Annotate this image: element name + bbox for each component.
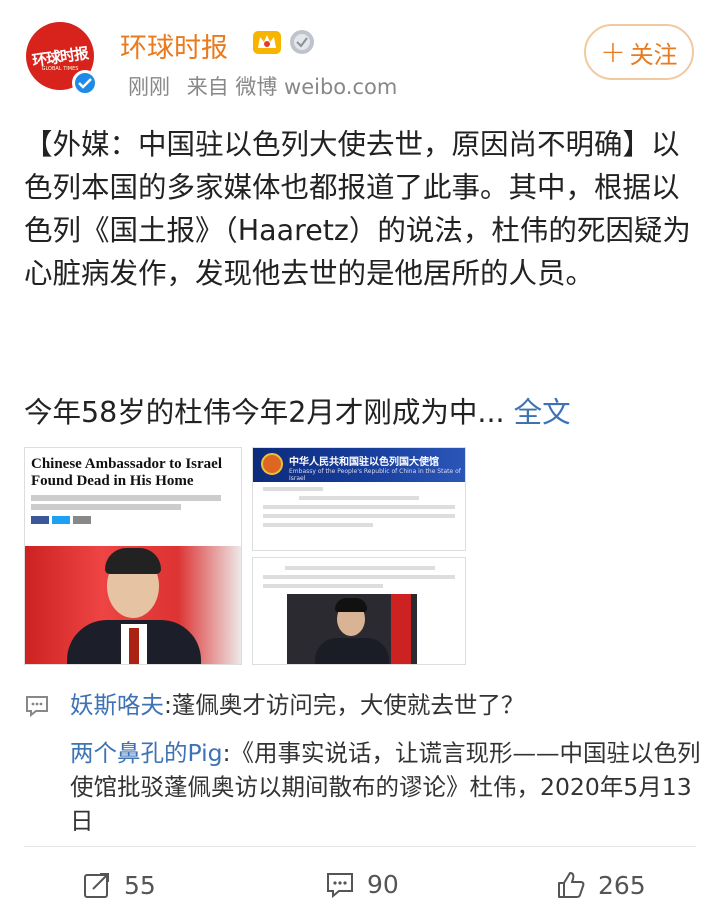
thumbs-up-icon — [558, 872, 585, 898]
comment-user[interactable]: 两个鼻孔的Pig — [70, 739, 223, 767]
repost-count: 55 — [124, 870, 156, 900]
post-meta: 刚刚 来自 微博 weibo.com — [128, 71, 407, 101]
comment-icon — [327, 872, 353, 898]
full-text-link[interactable]: 全文 — [514, 396, 571, 429]
post-truncated-text: 今年58岁的杜伟今年2月才刚成为中... — [24, 396, 505, 429]
follow-label: 关注 — [629, 40, 678, 69]
post-image-1[interactable]: Chinese Ambassador to Israel Found Dead … — [24, 447, 242, 665]
ambassador-portrait — [25, 546, 241, 664]
comment-item[interactable]: 两个鼻孔的Pig:《用事实说话，让谎言现形——中国驻以色列使馆批驳蓬佩奥访以期间… — [24, 736, 704, 838]
comment-user[interactable]: 妖斯咯夫 — [70, 691, 164, 719]
comment-item[interactable]: 妖斯咯夫:蓬佩奥才访问完，大使就去世了？ — [24, 688, 704, 722]
video-frame — [287, 594, 417, 664]
comment-preview: 妖斯咯夫:蓬佩奥才访问完，大使就去世了？ 两个鼻孔的Pig:《用事实说话，让谎言… — [24, 688, 704, 838]
repost-button[interactable]: 55 — [82, 870, 156, 900]
like-count: 265 — [598, 870, 646, 900]
post-image-2[interactable]: 中华人民共和国驻以色列国大使馆 Embassy of the People's … — [252, 447, 466, 551]
image-headline: Chinese Ambassador to Israel Found Dead … — [31, 456, 222, 489]
follow-button[interactable]: + 关注 — [584, 24, 694, 80]
vip-crown-icon[interactable] — [252, 28, 282, 56]
comment-count: 90 — [367, 870, 399, 899]
action-bar: 55 90 265 — [0, 846, 720, 908]
post-paragraph: 【外媒：中国驻以色列大使去世，原因尚不明确】以色列本国的多家媒体也都报道了此事。… — [24, 128, 691, 290]
embassy-title: 中华人民共和国驻以色列国大使馆 — [289, 457, 439, 468]
comment-button[interactable]: 90 — [325, 870, 399, 899]
post-truncated-line: 今年58岁的杜伟今年2月才刚成为中... 全文 — [24, 390, 571, 431]
comment-text: :蓬佩奥才访问完，大使就去世了？ — [164, 691, 525, 719]
medal-icon[interactable] — [288, 28, 316, 56]
repost-icon — [84, 873, 109, 898]
account-name[interactable]: 环球时报 — [120, 26, 228, 65]
post-text: 【外媒：中国驻以色列大使去世，原因尚不明确】以色列本国的多家媒体也都报道了此事。… — [24, 123, 694, 295]
verified-icon — [72, 70, 98, 96]
comment-icon — [26, 696, 48, 718]
post-image-3[interactable] — [252, 557, 466, 665]
divider — [24, 846, 696, 847]
plus-icon: + — [600, 34, 626, 70]
post-time: 刚刚 — [128, 75, 170, 99]
like-button[interactable]: 265 — [556, 870, 646, 900]
post-source: 来自 微博 weibo.com — [186, 75, 398, 99]
emblem-icon — [261, 453, 283, 475]
embassy-subtitle: Embassy of the People's Republic of Chin… — [289, 468, 461, 482]
